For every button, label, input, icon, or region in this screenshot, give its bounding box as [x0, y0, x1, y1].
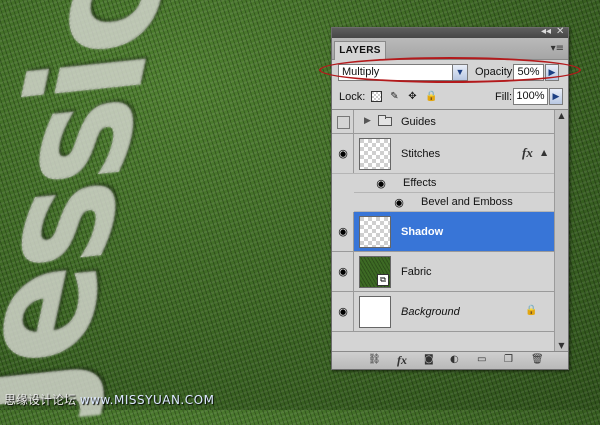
visibility-off-box[interactable] [337, 116, 350, 129]
layer-guides[interactable]: ▶ Guides [332, 110, 554, 134]
layers-scrollbar[interactable]: ▲ ▼ [554, 110, 568, 352]
opacity-label: Opacity: [475, 66, 516, 78]
layer-name: Stitches [401, 148, 441, 160]
eye-icon[interactable]: ◉ [336, 226, 350, 237]
collapse-effects-icon[interactable]: ▲ [541, 148, 547, 157]
mask-icon[interactable]: ◙ [424, 354, 434, 366]
effect-name: Bevel and Emboss [421, 196, 513, 208]
fill-input[interactable]: 100% [513, 88, 548, 105]
blend-row: Multiply ▼ Opacity: 50% ▶ [332, 60, 568, 84]
layer-stitches[interactable]: ◉ Stitches fx ▲ [332, 134, 554, 174]
expand-triangle-icon[interactable]: ▶ [364, 116, 371, 126]
opacity-slider-button[interactable]: ▶ [545, 64, 559, 81]
folder-icon[interactable]: ▭ [477, 354, 486, 366]
visibility-toggle[interactable] [332, 110, 354, 133]
layer-name: Guides [401, 116, 436, 128]
blend-mode-value: Multiply [342, 66, 380, 78]
adjustment-icon[interactable]: ◐ [450, 354, 459, 366]
panel-titlebar[interactable]: ◂◂ ✕ [332, 26, 568, 38]
eye-icon[interactable]: ◉ [336, 266, 350, 277]
lock-all-icon[interactable]: 🔒 [425, 91, 437, 102]
chevron-down-icon[interactable]: ▼ [452, 65, 467, 80]
visibility-toggle[interactable]: ◉ [332, 134, 354, 173]
effects-header[interactable]: ◉ Effects [354, 174, 554, 193]
link-icon[interactable]: ⛓ [368, 354, 381, 366]
layer-fabric[interactable]: ◉ ⧉ Fabric [332, 252, 554, 292]
lock-position-move-icon[interactable]: ✥ [407, 91, 418, 102]
layer-name: Shadow [401, 226, 444, 238]
new-layer-icon[interactable]: ❐ [504, 354, 513, 366]
eye-icon[interactable]: ◉ [336, 306, 350, 317]
blend-mode-select[interactable]: Multiply ▼ [338, 64, 468, 81]
eye-icon[interactable]: ◉ [374, 178, 388, 189]
watermark-text: 思缘设计论坛 [4, 393, 77, 407]
panel-tabbar: LAYERS ▾≡ [332, 38, 568, 60]
lock-image-brush-icon[interactable]: ✎ [389, 91, 400, 102]
effect-bevel-and-emboss[interactable]: ◉ Bevel and Emboss [354, 193, 554, 212]
effects-label: Effects [403, 177, 437, 189]
visibility-toggle[interactable]: ◉ [332, 212, 354, 251]
layer-thumbnail [359, 138, 391, 170]
fx-icon[interactable]: fx [397, 354, 407, 366]
folder-icon [378, 115, 392, 126]
trash-icon[interactable]: 🗑 [531, 354, 544, 366]
lock-transparent-icon[interactable] [371, 91, 382, 102]
tab-layers[interactable]: LAYERS [334, 41, 386, 60]
smart-object-icon: ⧉ [377, 274, 389, 286]
visibility-toggle[interactable]: ◉ [332, 292, 354, 331]
layer-background[interactable]: ◉ Background 🔒 [332, 292, 554, 332]
lock-icon: 🔒 [525, 305, 538, 316]
layers-list: ▶ Guides ◉ Stitches fx ▲ ◉ Effects ◉ Bev… [332, 110, 554, 352]
scroll-up-icon[interactable]: ▲ [556, 110, 567, 122]
collapse-icon[interactable]: ◂◂ [541, 26, 551, 37]
layer-name: Fabric [401, 266, 432, 278]
layer-name: Background [401, 306, 460, 318]
watermark: 思缘设计论坛 www.MISSYUAN.COM [4, 391, 214, 408]
layer-thumbnail: ⧉ [359, 256, 391, 288]
fx-icon[interactable]: fx [522, 145, 533, 161]
lock-label: Lock: [339, 91, 366, 103]
visibility-toggle[interactable]: ◉ [332, 252, 354, 291]
layer-shadow[interactable]: ◉ Shadow [332, 212, 554, 252]
fill-label: Fill: [495, 91, 513, 103]
panel-menu-icon[interactable]: ▾≡ [551, 43, 564, 54]
lock-row: Lock: ✎ ✥ 🔒 Fill: 100% ▶ [332, 85, 568, 110]
watermark-url: www.MISSYUAN.COM [79, 393, 215, 407]
layers-panel: ◂◂ ✕ LAYERS ▾≡ Multiply ▼ Opacity: 50% ▶… [331, 26, 569, 370]
opacity-input[interactable]: 50% [513, 64, 544, 81]
eye-icon[interactable]: ◉ [336, 148, 350, 159]
layer-thumbnail [359, 296, 391, 328]
panel-bottom-toolbar: ⛓ fx ◙ ◐ ▭ ❐ 🗑 [332, 351, 568, 369]
fill-slider-button[interactable]: ▶ [549, 88, 563, 105]
eye-icon[interactable]: ◉ [392, 197, 406, 208]
layer-thumbnail [359, 216, 391, 248]
close-icon[interactable]: ✕ [556, 26, 564, 37]
